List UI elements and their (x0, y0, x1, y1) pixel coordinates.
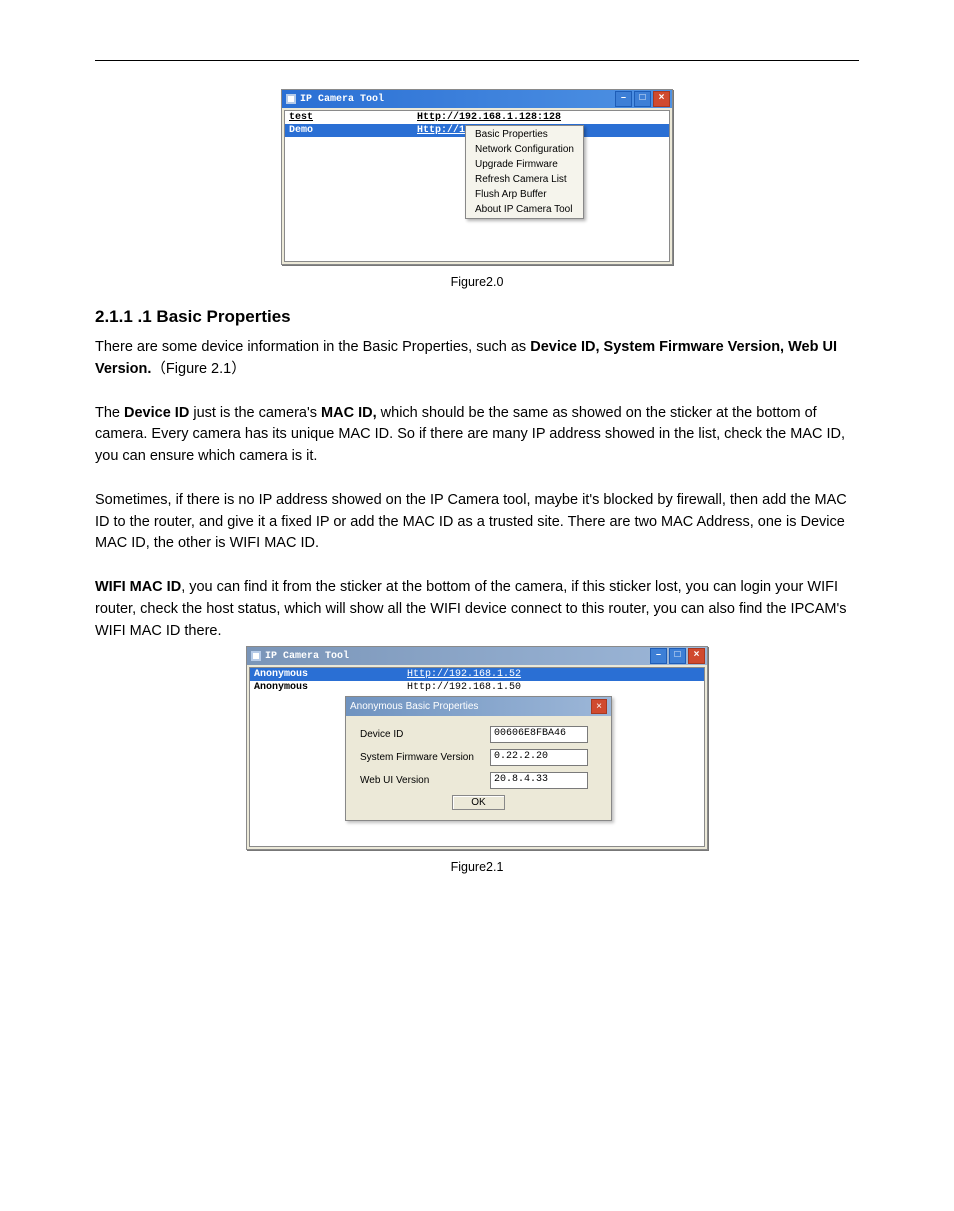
device-id-field[interactable]: 00606E8FBA46 (490, 726, 588, 743)
text: , you can find it from the sticker at th… (95, 579, 846, 639)
window-buttons: – □ × (615, 91, 670, 107)
minimize-button[interactable]: – (650, 648, 667, 664)
camera-list: Anonymous Http://192.168.1.52 Anonymous … (249, 667, 705, 847)
web-ui-version-label: Web UI Version (360, 775, 490, 786)
camera-name: Anonymous (250, 668, 403, 681)
ok-button[interactable]: OK (452, 795, 504, 810)
close-button[interactable]: × (653, 91, 670, 107)
ip-camera-tool-window: IP Camera Tool – □ × Anonymous Http://19… (246, 646, 708, 850)
app-icon (286, 94, 296, 104)
camera-name: test (285, 111, 413, 124)
figure-2-0: IP Camera Tool – □ × test Http://192.168… (95, 89, 859, 289)
menu-item-about[interactable]: About IP Camera Tool (467, 202, 582, 217)
dialog-close-button[interactable]: × (591, 699, 607, 714)
text: The (95, 405, 124, 421)
maximize-button[interactable]: □ (634, 91, 651, 107)
close-button[interactable]: × (688, 648, 705, 664)
text-bold: WIFI MAC ID (95, 579, 181, 595)
context-menu: Basic Properties Network Configuration U… (465, 125, 584, 219)
window-titlebar: IP Camera Tool – □ × (282, 90, 672, 108)
camera-name: Anonymous (250, 681, 403, 694)
device-id-label: Device ID (360, 729, 490, 740)
window-title: IP Camera Tool (265, 651, 349, 662)
ip-camera-tool-window: IP Camera Tool – □ × test Http://192.168… (281, 89, 673, 265)
app-icon (251, 651, 261, 661)
table-row[interactable]: Anonymous Http://192.168.1.50 (250, 681, 704, 694)
horizontal-rule (95, 60, 859, 61)
camera-url: Http://192.168.1.50 (403, 681, 704, 694)
dialog-titlebar: Anonymous Basic Properties × (346, 697, 611, 716)
window-title: IP Camera Tool (300, 94, 384, 105)
table-row[interactable]: Anonymous Http://192.168.1.52 (250, 668, 704, 681)
text: （Figure 2.1） (151, 361, 245, 377)
menu-item-flush-arp-buffer[interactable]: Flush Arp Buffer (467, 187, 582, 202)
text: just is the camera's (189, 405, 321, 421)
basic-properties-dialog: Anonymous Basic Properties × Device ID 0… (345, 696, 612, 821)
text: There are some device information in the… (95, 339, 530, 355)
menu-item-basic-properties[interactable]: Basic Properties (467, 127, 582, 142)
paragraph: There are some device information in the… (95, 337, 859, 381)
figure-caption: Figure2.1 (95, 860, 859, 874)
menu-item-upgrade-firmware[interactable]: Upgrade Firmware (467, 157, 582, 172)
text-bold: MAC ID, (321, 405, 377, 421)
figure-2-1: IP Camera Tool – □ × Anonymous Http://19… (95, 646, 859, 874)
camera-url: Http://192.168.1.52 (403, 668, 704, 681)
firmware-version-field[interactable]: 0.22.2.20 (490, 749, 588, 766)
paragraph: WIFI MAC ID, you can find it from the st… (95, 577, 859, 642)
paragraph: The Device ID just is the camera's MAC I… (95, 403, 859, 468)
camera-url: Http://192.168.1.128:128 (413, 111, 669, 124)
camera-list: test Http://192.168.1.128:128 Demo Http:… (284, 110, 670, 262)
menu-item-refresh-camera-list[interactable]: Refresh Camera List (467, 172, 582, 187)
window-buttons: – □ × (650, 648, 705, 664)
web-ui-version-field[interactable]: 20.8.4.33 (490, 772, 588, 789)
section-heading: 2.1.1 .1 Basic Properties (95, 307, 859, 327)
menu-item-network-configuration[interactable]: Network Configuration (467, 142, 582, 157)
table-row[interactable]: test Http://192.168.1.128:128 (285, 111, 669, 124)
text-bold: Device ID (124, 405, 189, 421)
dialog-title: Anonymous Basic Properties (350, 701, 478, 712)
maximize-button[interactable]: □ (669, 648, 686, 664)
figure-caption: Figure2.0 (95, 275, 859, 289)
minimize-button[interactable]: – (615, 91, 632, 107)
firmware-version-label: System Firmware Version (360, 752, 490, 763)
paragraph: Sometimes, if there is no IP address sho… (95, 490, 859, 555)
window-titlebar: IP Camera Tool – □ × (247, 647, 707, 665)
camera-name: Demo (285, 124, 413, 137)
